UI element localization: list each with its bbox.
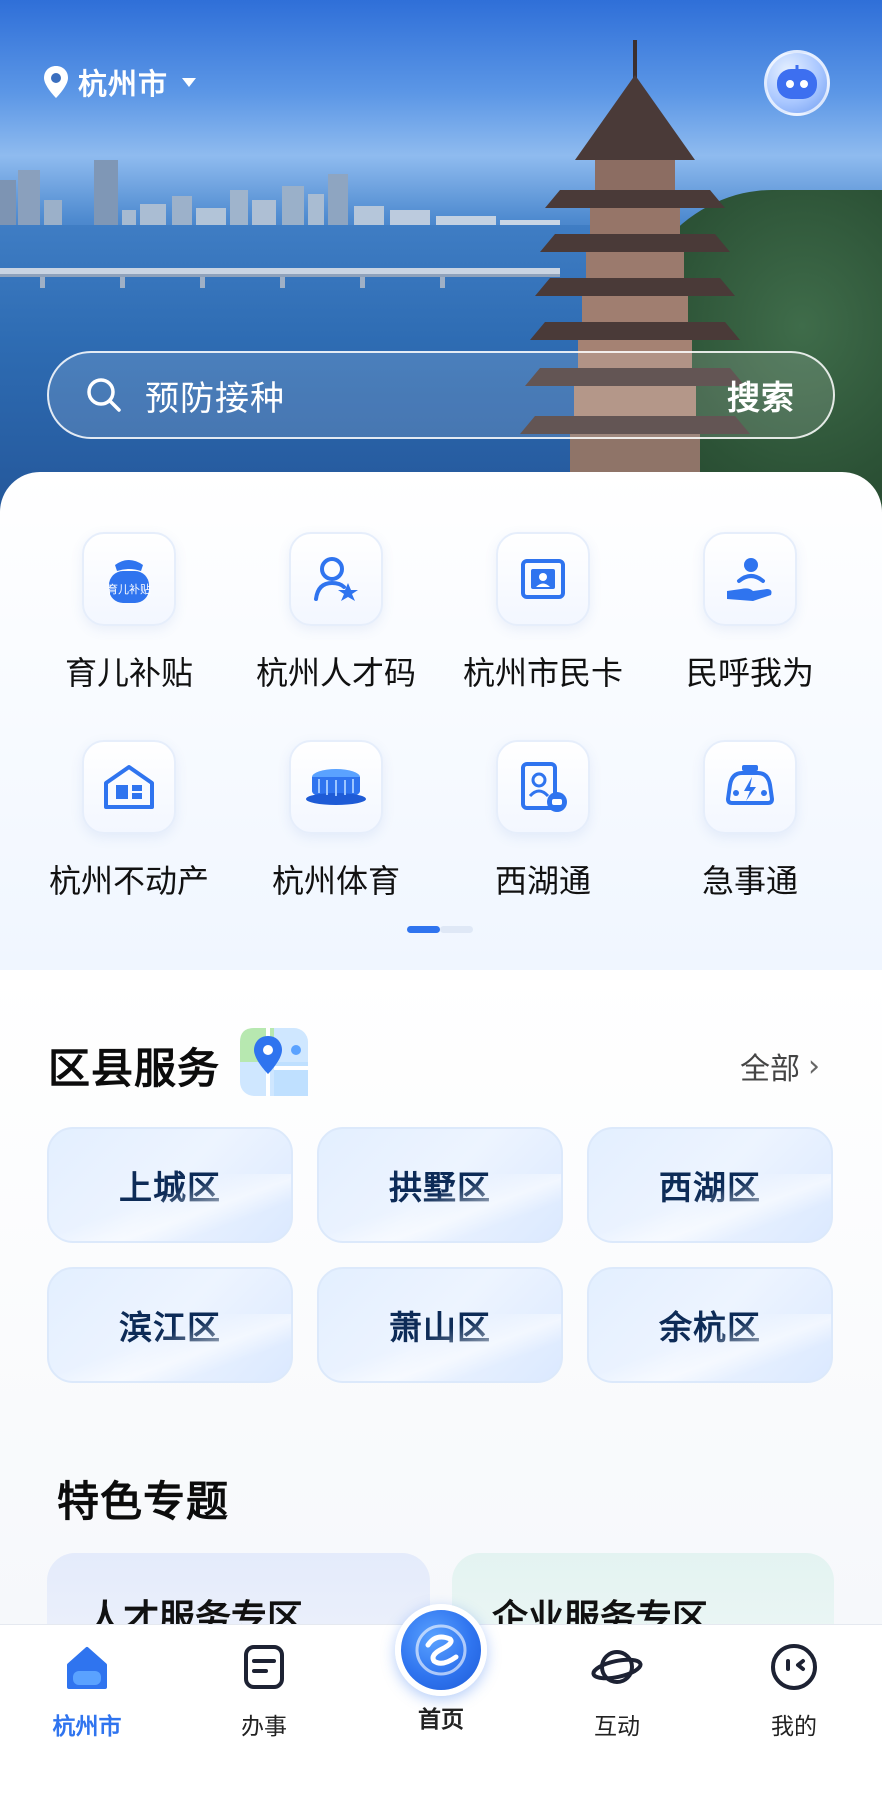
quick-service-label: 杭州不动产 (48, 862, 209, 900)
district-button[interactable]: 上城区 (47, 1127, 293, 1243)
tab-interact[interactable]: 互动 (547, 1641, 687, 1741)
home-logo-icon (415, 1624, 467, 1676)
district-button[interactable]: 拱墅区 (317, 1127, 563, 1243)
featured-topics-title: 特色专题 (57, 1477, 230, 1526)
city-name: 杭州市 (78, 67, 169, 101)
document-icon (244, 1645, 284, 1689)
quick-service-label: 育儿补贴 (64, 654, 193, 692)
tab-label: 我的 (771, 1714, 817, 1740)
smiley-face-icon (771, 1644, 817, 1690)
tab-home-button[interactable] (395, 1604, 487, 1696)
quick-service-emergency[interactable]: 急事通 (650, 740, 850, 940)
tab-city[interactable]: 杭州市 (17, 1641, 157, 1741)
pagoda-image (520, 40, 750, 520)
tab-home-label: 首页 (418, 1707, 464, 1733)
hero-banner: 杭州市 预防接种 搜索 (0, 0, 882, 520)
chevron-down-icon (182, 77, 197, 87)
page-dot-active (407, 926, 440, 933)
location-selector[interactable]: 杭州市 (42, 62, 197, 102)
tab-label: 办事 (241, 1714, 287, 1740)
district-button[interactable]: 滨江区 (47, 1267, 293, 1383)
district-services-title: 区县服务 (48, 1044, 221, 1093)
location-pin-icon (44, 66, 68, 98)
search-button[interactable]: 搜索 (727, 371, 795, 419)
helping-hand-icon (703, 532, 797, 626)
district-button[interactable]: 余杭区 (587, 1267, 833, 1383)
quick-service-label: 杭州市民卡 (462, 654, 623, 692)
search-input[interactable]: 预防接种 (145, 371, 727, 420)
citizen-card-icon (496, 532, 590, 626)
childcare-badge-text: 育儿补贴 (107, 582, 151, 596)
district-button[interactable]: 西湖区 (587, 1127, 833, 1243)
tab-me[interactable]: 我的 (724, 1641, 864, 1741)
quick-service-label: 杭州人才码 (255, 654, 416, 692)
quick-service-talent-code[interactable]: 杭州人才码 (236, 532, 436, 732)
quick-service-childcare-subsidy[interactable]: 育儿补贴 育儿补贴 (29, 532, 229, 732)
search-icon (87, 378, 121, 412)
tab-label: 互动 (594, 1714, 640, 1740)
robot-face-icon (777, 65, 817, 99)
page-dot-inactive (440, 926, 473, 933)
childcare-subsidy-bag-icon: 育儿补贴 (82, 532, 176, 626)
talent-person-star-icon (289, 532, 383, 626)
bridge-image (0, 268, 560, 288)
quick-service-citizen-card[interactable]: 杭州市民卡 (443, 532, 643, 732)
chevron-right-icon: › (808, 1048, 820, 1084)
quick-service-westlake-pass[interactable]: 西湖通 (443, 740, 643, 940)
view-all-label: 全部 (740, 1052, 800, 1087)
map-icon (240, 1028, 308, 1096)
quick-service-real-estate[interactable]: 杭州不动产 (29, 740, 229, 940)
quick-service-label: 民呼我为 (685, 654, 814, 692)
view-all-districts-link[interactable]: 全部 › (740, 1044, 820, 1088)
real-estate-house-icon (82, 740, 176, 834)
stadium-icon (289, 740, 383, 834)
robot-assistant-icon[interactable] (764, 50, 830, 116)
search-bar[interactable]: 预防接种 搜索 (47, 351, 835, 439)
page-indicator (407, 926, 473, 934)
emergency-car-icon (703, 740, 797, 834)
city-home-icon (67, 1647, 107, 1689)
district-button[interactable]: 萧山区 (317, 1267, 563, 1383)
quick-service-label: 急事通 (701, 862, 798, 900)
quick-service-label: 杭州体育 (271, 862, 400, 900)
planet-icon (591, 1650, 643, 1684)
quick-service-label: 西湖通 (494, 862, 591, 900)
westlake-id-card-icon (496, 740, 590, 834)
quick-service-sports[interactable]: 杭州体育 (236, 740, 436, 940)
tab-label: 杭州市 (52, 1714, 122, 1740)
quick-service-people-voice[interactable]: 民呼我为 (650, 532, 850, 732)
tab-services[interactable]: 办事 (194, 1641, 334, 1741)
